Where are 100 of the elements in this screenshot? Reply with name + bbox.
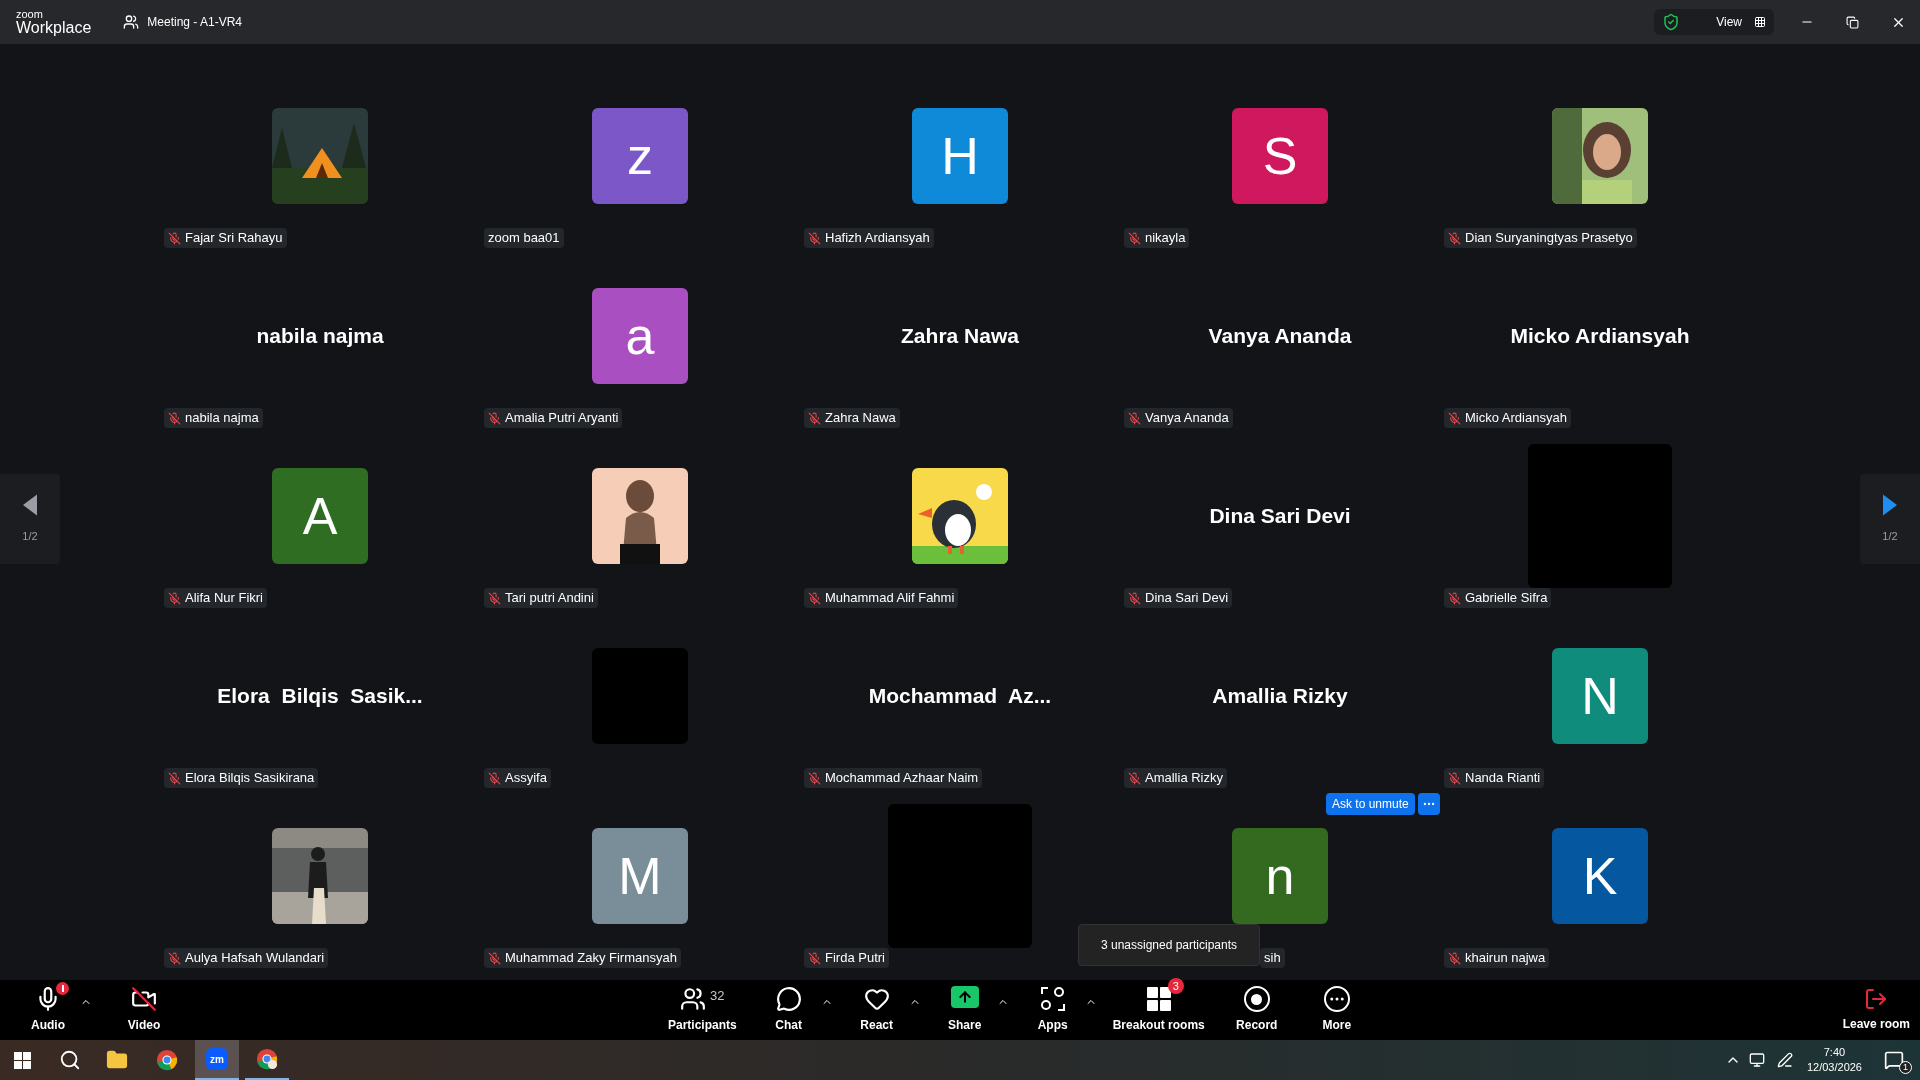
ask-to-unmute-button[interactable]: Ask to unmute [1326,793,1415,815]
name-label: Mochammad Azhaar Naim [804,768,983,788]
pen-icon[interactable] [1776,1052,1793,1068]
avatar: H [912,108,1008,204]
video-off-icon [131,986,157,1012]
name-label: Aulya Hafsah Wulandari [164,948,329,968]
avatar: A [272,468,368,564]
muted-mic-icon [1128,591,1141,605]
chrome-icon [156,1049,178,1071]
leave-room-button[interactable]: Leave room [1842,987,1910,1033]
muted-mic-icon [1448,951,1461,965]
participant-display-name: Amallia Rizky [1212,683,1348,710]
participant-display-name: Mochammad Az... [868,683,1052,710]
muted-mic-icon [488,951,501,965]
name-label: Dian Suryaningtyas Prasetyo [1444,228,1637,248]
toolbar-button[interactable]: Chat [752,982,825,1038]
participant-display-name: Vanya Ananda [1208,323,1352,350]
muted-mic-icon [808,411,821,425]
name-label: nikayla [1124,228,1190,248]
notification-badge: 3 [1167,978,1184,994]
muted-mic-icon [1448,231,1461,245]
record-icon [1243,986,1270,1012]
muted-mic-icon [168,231,181,245]
avatar: S [1232,108,1328,204]
muted-mic-icon [1448,411,1461,425]
name-label: Fajar Sri Rahayu [164,228,287,248]
clock-time: 7:40 [1823,1045,1846,1060]
next-page-button[interactable]: 1/2 [1860,474,1920,564]
previous-page-button[interactable]: 1/2 [0,474,60,564]
name-label: Muhammad Alif Fahmi [804,588,959,608]
toolbar-button[interactable]: More [1300,982,1373,1038]
avatar: n [1232,828,1328,924]
more-icon [1323,986,1350,1012]
windows-start-icon[interactable] [14,1051,31,1069]
window-title: Meeting - A1-VR4 [147,14,242,31]
name-label: sih [1260,948,1285,968]
chrome-icon [256,1048,278,1070]
search-icon[interactable] [59,1049,81,1071]
muted-mic-icon [808,591,821,605]
notifications-icon[interactable] [1884,1050,1904,1070]
apps-icon [1039,986,1066,1012]
avatar: N [1552,648,1648,744]
muted-mic-icon [1448,771,1461,785]
avatar: K [1552,828,1648,924]
restore-icon[interactable] [1846,15,1859,29]
toolbar-button[interactable]: 32 Participants [660,982,745,1038]
tooltip: 3 unassigned participants [1078,924,1260,966]
participants-icon [680,986,707,1012]
participant-count: 32 [710,987,725,1005]
name-label: zoom baa01 [484,228,564,248]
clock-date: 12/03/2026 [1806,1060,1862,1075]
toolbar-button[interactable]: Apps [1016,982,1089,1038]
name-label: Dina Sari Devi [1124,588,1233,608]
muted-mic-icon [1448,591,1461,605]
avatar: z [592,108,688,204]
left-arrow-icon [23,493,37,516]
participant-display-name: Zahra Nawa [901,323,1019,350]
muted-mic-icon [168,591,181,605]
name-label: Zahra Nawa [804,408,900,428]
folder-icon [106,1049,128,1071]
network-icon[interactable] [1748,1052,1765,1068]
breakout-rooms-icon [1145,986,1172,1012]
muted-mic-icon [808,771,821,785]
participant-display-name: nabila najma [256,323,384,350]
avatar: M [592,828,688,924]
muted-mic-icon [168,411,181,425]
name-label: Amalia Putri Aryanti [484,408,623,428]
toolbar-button[interactable]: Record [1220,982,1293,1038]
muted-mic-icon [488,591,501,605]
name-label: khairun najwa [1444,948,1550,968]
more-options-button[interactable] [1417,793,1440,815]
toolbar-button[interactable]: React [840,982,913,1038]
heart-icon [863,986,890,1012]
toolbar-button[interactable]: Audio [12,982,84,1038]
notification-count: 1 [1899,1061,1912,1074]
taskbar-app-button[interactable]: zm [195,1040,239,1080]
muted-mic-icon [168,771,181,785]
name-label: Firda Putri [804,948,889,968]
name-label: Assyifa [484,768,551,788]
muted-mic-icon [488,771,501,785]
toolbar-button[interactable]: Share [928,982,1001,1038]
muted-mic-icon [808,231,821,245]
name-label: nabila najma [164,408,263,428]
toolbar-button[interactable]: Video [108,982,180,1038]
leave-icon [1864,987,1889,1011]
name-label: Amallia Rizky [1124,768,1227,788]
name-label: Gabrielle Sifra [1444,588,1552,608]
zoom-app-icon: zm [206,1048,228,1070]
muted-mic-icon [1128,411,1141,425]
name-label: Vanya Ananda [1124,408,1233,428]
right-arrow-icon [1883,493,1897,516]
muted-mic-icon [1128,231,1141,245]
muted-mic-icon [488,411,501,425]
muted-mic-icon [808,951,821,965]
name-label: Alifa Nur Fikri [164,588,267,608]
name-label: Micko Ardiansyah [1444,408,1571,428]
meeting-icon [123,14,140,30]
participant-display-name: Dina Sari Devi [1209,503,1351,530]
shield-check-icon [1662,13,1681,31]
view-button[interactable]: View [1654,9,1774,35]
